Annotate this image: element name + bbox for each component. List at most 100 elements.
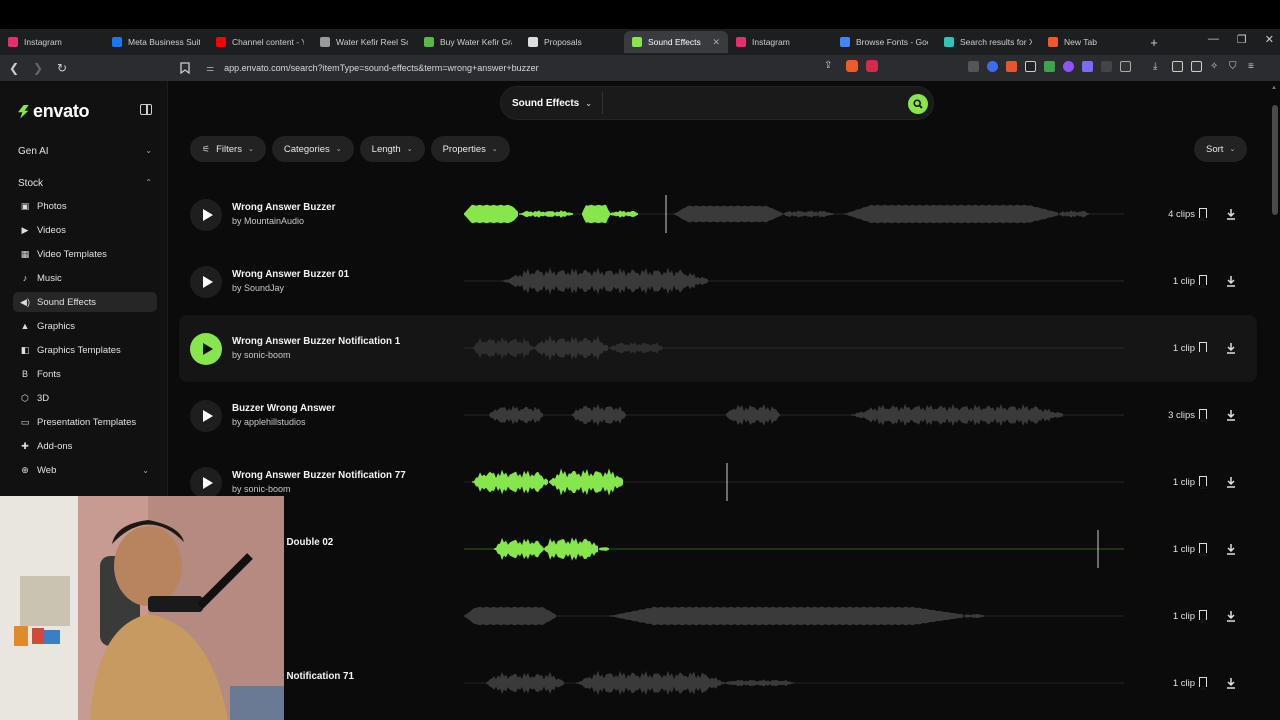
sidebar-section-gen-ai[interactable]: Gen AI ⌄ [18,146,152,157]
bookmark-icon[interactable] [1198,543,1207,556]
browser-tab[interactable]: Browse Fonts - Goo [832,31,936,53]
sidebar-item-fonts[interactable]: B Fonts [13,364,157,384]
bookmark-icon[interactable] [1198,409,1207,422]
sidebar-item-web[interactable]: ⊕ Web ⌄ [13,460,157,480]
waveform[interactable] [464,328,1124,368]
waveform[interactable] [464,194,1124,234]
minimize-icon[interactable]: — [1208,33,1219,46]
menu-icon[interactable]: ≡ [1248,61,1259,72]
result-author[interactable]: by sonic-boom [232,350,291,360]
play-button[interactable] [190,333,222,365]
scroll-up-arrow[interactable]: ▲ [1271,85,1277,91]
play-button[interactable] [190,400,222,432]
result-row[interactable]: Wrong Answer Buzzer Notification 1 by so… [179,315,1257,382]
wallet-icon[interactable] [1191,61,1202,72]
sidebar-item-graphics-templates[interactable]: ◧ Graphics Templates [13,340,157,360]
bookmark-page-icon[interactable] [180,55,190,81]
download-icon[interactable] [1226,341,1236,354]
purple-extension-icon[interactable] [1063,61,1074,72]
result-row[interactable]: Buzzer Wrong Answer by applehillstudios … [179,382,1257,449]
filter-length[interactable]: Length ⌄ [359,136,425,162]
tab-extension-icon[interactable] [1120,61,1131,72]
bookmark-icon[interactable] [1198,342,1207,355]
download-icon[interactable]: ⤓ [1153,61,1164,72]
sidebar-item-videos[interactable]: ▶ Videos [13,220,157,240]
browser-tab[interactable]: Water Kefir Reel Sc [312,31,416,53]
back-icon[interactable]: ❮ [4,61,24,75]
square-extension-icon[interactable] [1025,61,1036,72]
play-button[interactable] [190,199,222,231]
sidebar-item-presentation-templates[interactable]: ▭ Presentation Templates [13,412,157,432]
search-bar[interactable]: Sound Effects ⌄ [500,86,934,120]
address-bar[interactable]: ⚌ app.envato.com/search?itemType=sound-e… [198,58,898,78]
download-icon[interactable] [1226,274,1236,287]
result-title[interactable]: Buzzer Wrong Answer [232,403,335,414]
download-icon[interactable] [1226,676,1236,689]
waveform[interactable] [464,462,1124,502]
leo-ai-icon[interactable]: ✧ [1210,61,1221,72]
waveform[interactable] [464,596,1124,636]
forward-icon[interactable]: ❯ [28,61,48,75]
result-author[interactable]: by applehillstudios [232,417,306,427]
sidebar-item-video-templates[interactable]: ▦ Video Templates [13,244,157,264]
sidebar-item-photos[interactable]: ▣ Photos [13,196,157,216]
search-category-select[interactable]: Sound Effects ⌄ [512,98,592,109]
download-icon[interactable] [1226,207,1236,220]
browser-tab[interactable]: Search results for X [936,31,1040,53]
sidebar-section-stock[interactable]: Stock ⌃ [18,178,152,189]
result-title[interactable]: Wrong Answer Buzzer Notification 77 [232,470,406,481]
result-row[interactable]: wer Buzzer studios 1 clip [179,583,1257,650]
waveform[interactable] [464,261,1124,301]
browser-tab[interactable]: Sound Effects ✕ [624,31,728,53]
result-row[interactable]: wer Buzzer Double 02 y 1 clip [179,516,1257,583]
browser-tab[interactable]: Channel content - Y [208,31,312,53]
result-title[interactable]: Wrong Answer Buzzer 01 [232,269,349,280]
green-extension-icon[interactable] [1044,61,1055,72]
result-author[interactable]: by sonic-boom [232,484,291,494]
scrollbar-thumb[interactable] [1272,105,1278,215]
gear-extension-icon[interactable] [1101,61,1112,72]
sidebar-item-3d[interactable]: ⬡ 3D [13,388,157,408]
browser-tab[interactable]: Buy Water Kefir Gra [416,31,520,53]
filter-categories[interactable]: Categories ⌄ [271,136,354,162]
browser-tab[interactable]: Meta Business Suite [104,31,208,53]
waveform[interactable] [464,529,1124,569]
bookmark-icon[interactable] [1198,476,1207,489]
bookmark-icon[interactable] [1198,610,1207,623]
waveform[interactable] [464,663,1124,703]
close-window-icon[interactable]: ✕ [1265,33,1274,46]
sort-button[interactable]: Sort ⌄ [1194,136,1248,162]
play-button[interactable] [190,467,222,499]
sidebar-item-music[interactable]: ♪ Music [13,268,157,288]
reload-icon[interactable]: ↻ [52,61,72,75]
download-icon[interactable] [1226,408,1236,421]
maximize-icon[interactable]: ❐ [1237,33,1247,46]
filter-filters[interactable]: ⚟ Filters ⌄ [190,136,266,162]
download-icon[interactable] [1226,609,1236,622]
close-tab-icon[interactable]: ✕ [712,37,720,48]
site-settings-icon[interactable]: ⚌ [206,63,214,74]
result-title[interactable]: Wrong Answer Buzzer Notification 1 [232,336,400,347]
new-tab-button[interactable]: + [1144,35,1164,50]
result-row[interactable]: wer Buzzer Notification 71 om 1 clip [179,650,1257,717]
brave-shield-icon[interactable] [846,60,858,72]
result-row[interactable]: Wrong Answer Buzzer by MountainAudio 4 c… [179,181,1257,248]
waveform[interactable] [464,395,1124,435]
brave-rewards-icon[interactable] [866,60,878,72]
envato-logo[interactable]: envato [18,101,90,122]
vpn-icon[interactable]: ⛉ [1229,61,1240,72]
result-row[interactable]: Wrong Answer Buzzer 01 by SoundJay 1 cli… [179,248,1257,315]
result-row[interactable]: Wrong Answer Buzzer Notification 77 by s… [179,449,1257,516]
browser-tab[interactable]: Proposals [520,31,624,53]
sidebar-item-graphics[interactable]: ▲ Graphics [13,316,157,336]
bookmark-icon[interactable] [1198,677,1207,690]
browser-tab[interactable]: New Tab [1040,31,1144,53]
cloud-extension-icon[interactable] [1082,61,1093,72]
browser-tab[interactable]: Instagram [0,31,104,53]
fx-extension-icon[interactable] [968,61,979,72]
browser-tab[interactable]: Instagram [728,31,832,53]
sidebar-toggle-icon[interactable] [1172,61,1183,72]
result-author[interactable]: by MountainAudio [232,216,304,226]
result-title[interactable]: Wrong Answer Buzzer [232,202,335,213]
bookmark-icon[interactable] [1198,208,1207,221]
